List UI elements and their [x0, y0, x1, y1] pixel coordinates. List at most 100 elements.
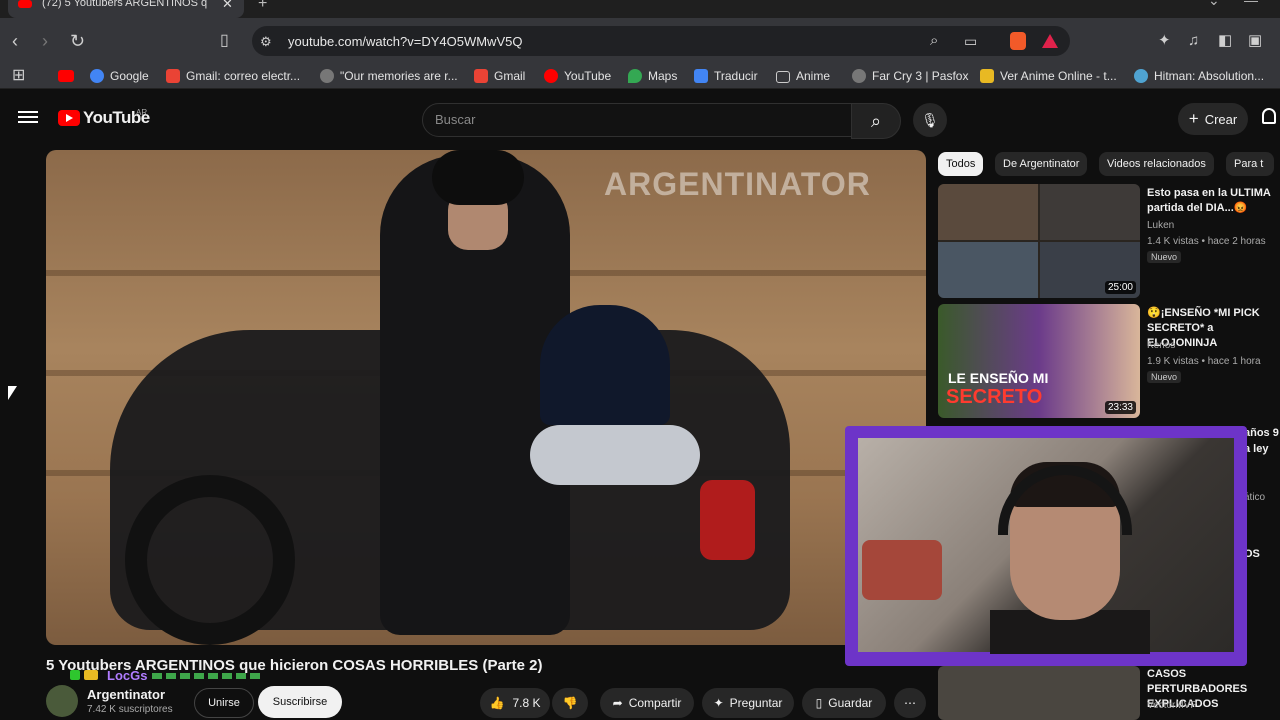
- reload-icon[interactable]: ↻: [70, 31, 85, 51]
- bookmark-ver-anime[interactable]: Ver Anime Online - t...: [980, 68, 1117, 84]
- like-count: 7.8 K: [512, 696, 541, 710]
- youtube-logo-icon[interactable]: [58, 110, 80, 126]
- partial-related-title: años 9: [1244, 427, 1279, 439]
- share-button[interactable]: ➦ Compartir: [600, 688, 694, 718]
- related-meta: 1.9 K vistas • hace 1 hora: [1147, 356, 1261, 367]
- gmail-icon: [474, 69, 488, 83]
- close-tab-icon[interactable]: ✕: [222, 0, 233, 12]
- bookmark-label: Anime: [796, 69, 831, 83]
- thumbs-down-icon: 👎: [562, 696, 578, 710]
- bookmark-far-cry[interactable]: Far Cry 3 | Pasfox: [852, 68, 968, 84]
- back-icon[interactable]: ‹: [12, 31, 18, 51]
- plus-icon: +: [1188, 109, 1199, 128]
- music-icon[interactable]: ♫: [1188, 31, 1199, 51]
- partial-related-title: a ley: [1244, 443, 1269, 455]
- bookmark-hitman[interactable]: Hitman: Absolution...: [1134, 68, 1264, 84]
- subscribe-button[interactable]: Suscribirse: [258, 686, 342, 718]
- bookmark-anime[interactable]: Anime: [776, 68, 830, 84]
- bookmark-google[interactable]: Google: [90, 68, 149, 84]
- related-thumbnail[interactable]: 25:00: [938, 184, 1140, 298]
- bookmark-icon[interactable]: ▯: [220, 31, 229, 51]
- bookmark-gmail[interactable]: Gmail: [474, 68, 525, 84]
- minimize-icon[interactable]: —: [1244, 0, 1258, 8]
- youtube-favicon-icon: [18, 0, 32, 8]
- globe-icon: [852, 69, 866, 83]
- save-button[interactable]: ▯ Guardar: [802, 688, 886, 718]
- pillow-image: [862, 540, 942, 600]
- brave-rewards-icon[interactable]: [1042, 34, 1058, 48]
- search-input[interactable]: [422, 103, 852, 137]
- search-placeholder: Buscar: [435, 112, 476, 127]
- related-channel[interactable]: Kerios: [1147, 340, 1175, 351]
- extensions-icon[interactable]: ✦: [1158, 31, 1171, 51]
- motorcycle-wheel: [125, 475, 295, 645]
- chat-badge-icon: [70, 670, 80, 680]
- chat-emotes: [152, 673, 260, 679]
- site-info-icon[interactable]: ⚙: [260, 32, 272, 52]
- thumbs-up-icon: 👍: [489, 696, 505, 710]
- chip-de-argentinator[interactable]: De Argentinator: [995, 152, 1088, 176]
- brave-shield-icon[interactable]: [1010, 32, 1026, 50]
- bookmark-traducir[interactable]: Traducir: [694, 68, 758, 84]
- save-label: Guardar: [828, 696, 873, 710]
- red-bag-image: [700, 480, 755, 560]
- ask-label: Preguntar: [729, 696, 783, 710]
- voice-search-button[interactable]: 🎙: [913, 103, 947, 137]
- dislike-button[interactable]: 👎: [552, 688, 588, 718]
- chip-para-ti[interactable]: Para t: [1226, 152, 1274, 176]
- search-icon: ⌕: [870, 110, 882, 131]
- bookmark-label: "Our memories are r...: [340, 69, 458, 83]
- notifications-bell-icon[interactable]: [1262, 108, 1276, 124]
- url-text[interactable]: youtube.com/watch?v=DY4O5WMwV5Q: [288, 34, 522, 49]
- related-title[interactable]: Esto pasa en la ULTIMA partida del DIA..…: [1147, 186, 1280, 216]
- create-button[interactable]: + Crear: [1178, 103, 1248, 135]
- bookmark-label: Traducir: [714, 69, 758, 83]
- bookmark-label: Hitman: Absolution...: [1154, 69, 1265, 83]
- related-thumbnail[interactable]: [938, 666, 1140, 720]
- google-icon: [90, 69, 104, 83]
- wallet-icon[interactable]: ▣: [1248, 31, 1262, 51]
- bookmark-youtube[interactable]: YouTube: [544, 68, 611, 84]
- more-actions-button[interactable]: ⋯: [894, 688, 926, 718]
- related-thumbnail[interactable]: LE ENSEÑO MI SECRETO 23:33: [938, 304, 1140, 418]
- bookmark-label: Ver Anime Online - t...: [1000, 69, 1117, 83]
- channel-avatar[interactable]: [46, 685, 78, 717]
- related-channel[interactable]: VectorMVP: [1147, 700, 1197, 711]
- join-button[interactable]: Unirse: [194, 688, 254, 718]
- bookmark-our-memories[interactable]: "Our memories are r...: [320, 68, 458, 84]
- youtube-bookmark-icon[interactable]: [58, 70, 74, 82]
- thumb-panel: [1040, 184, 1140, 240]
- helmet-image: [432, 150, 524, 205]
- related-channel[interactable]: Luken: [1147, 220, 1174, 231]
- thumb-panel: [938, 184, 1038, 240]
- chip-videos-relacionados[interactable]: Videos relacionados: [1099, 152, 1214, 176]
- bookmark-label: Gmail: correo electr...: [186, 69, 301, 83]
- share-label: Compartir: [628, 696, 682, 710]
- sidebar-icon[interactable]: ◧: [1218, 31, 1232, 51]
- channel-name[interactable]: Argentinator: [87, 687, 165, 702]
- hamburger-menu-icon[interactable]: [18, 108, 38, 124]
- cast-icon[interactable]: ▭: [964, 31, 977, 51]
- bookmark-label: Google: [110, 69, 149, 83]
- crown-badge-icon: [84, 670, 98, 680]
- bookmark-label: Far Cry 3 | Pasfox: [872, 69, 969, 83]
- search-button[interactable]: ⌕: [851, 103, 901, 139]
- translate-icon: [694, 69, 708, 83]
- bookmark-gmail-correo[interactable]: Gmail: correo electr...: [166, 68, 300, 84]
- bookmark-maps[interactable]: Maps: [628, 68, 677, 84]
- new-tab-icon[interactable]: +: [258, 0, 267, 13]
- maps-pin-icon: [628, 69, 642, 83]
- forward-icon[interactable]: ›: [42, 31, 48, 51]
- zoom-icon[interactable]: ⌕: [930, 31, 938, 51]
- create-label: Crear: [1204, 111, 1238, 127]
- apps-grid-icon[interactable]: ⊞: [12, 66, 25, 86]
- ask-button[interactable]: ✦ Preguntar: [702, 688, 794, 718]
- folder-icon: [776, 71, 790, 83]
- chip-todos[interactable]: Todos: [938, 152, 984, 176]
- chevron-down-icon[interactable]: ⌄: [1208, 0, 1220, 9]
- youtube-icon: [544, 69, 558, 83]
- like-button[interactable]: 👍 7.8 K: [480, 688, 550, 718]
- browser-tab[interactable]: (72) 5 Youtubers ARGENTINOS q ✕: [8, 0, 244, 18]
- microphone-icon: 🎙: [921, 111, 939, 128]
- anime-site-icon: [980, 69, 994, 83]
